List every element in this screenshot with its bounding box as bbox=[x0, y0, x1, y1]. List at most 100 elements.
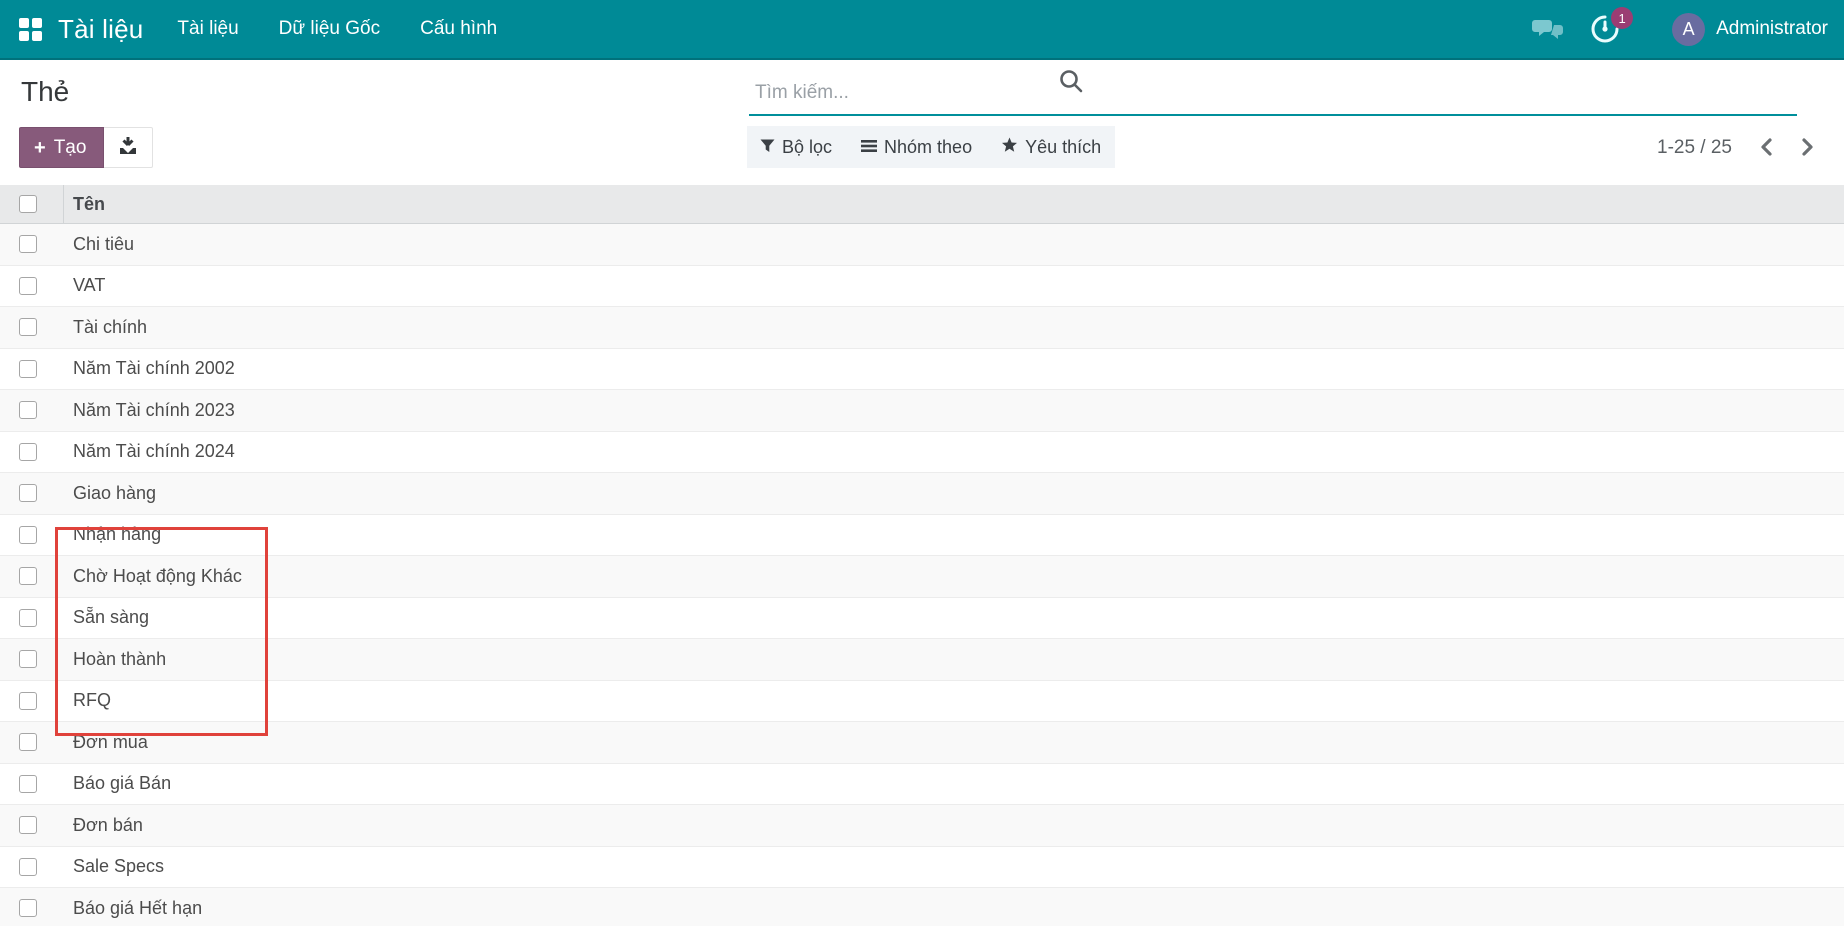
table-row[interactable]: Báo giá Bán bbox=[0, 764, 1844, 806]
row-checkbox-cell bbox=[0, 888, 64, 926]
filters-label: Bộ lọc bbox=[782, 137, 832, 158]
row-name[interactable]: Giao hàng bbox=[64, 483, 156, 504]
row-name[interactable]: Năm Tài chính 2023 bbox=[64, 400, 235, 421]
row-name[interactable]: Sẵn sàng bbox=[64, 607, 149, 628]
row-checkbox[interactable] bbox=[19, 733, 37, 751]
search-input[interactable] bbox=[749, 72, 1797, 116]
download-icon bbox=[118, 136, 138, 159]
table-row[interactable]: Hoàn thành bbox=[0, 639, 1844, 681]
menu-cau-hinh[interactable]: Cấu hình bbox=[400, 0, 517, 59]
star-icon bbox=[1001, 137, 1018, 158]
row-checkbox[interactable] bbox=[19, 609, 37, 627]
table-row[interactable]: Giao hàng bbox=[0, 473, 1844, 515]
table-row[interactable]: Năm Tài chính 2024 bbox=[0, 432, 1844, 474]
table-row[interactable]: Sẵn sàng bbox=[0, 598, 1844, 640]
table-row[interactable]: RFQ bbox=[0, 681, 1844, 723]
tags-list-view: Tên Chi tiêu VAT Tài chính Năm Tài chính… bbox=[0, 185, 1844, 926]
chevron-left-icon bbox=[1758, 137, 1774, 160]
row-checkbox[interactable] bbox=[19, 443, 37, 461]
app-brand[interactable]: Tài liệu bbox=[58, 14, 143, 45]
filter-bar: Bộ lọc Nhóm theo Yêu thí bbox=[747, 126, 1115, 168]
table-row[interactable]: VAT bbox=[0, 266, 1844, 308]
row-checkbox[interactable] bbox=[19, 692, 37, 710]
topbar-right: 1 A Administrator bbox=[1532, 13, 1828, 46]
row-checkbox[interactable] bbox=[19, 567, 37, 585]
row-checkbox[interactable] bbox=[19, 277, 37, 295]
row-checkbox[interactable] bbox=[19, 235, 37, 253]
header-checkbox-cell bbox=[0, 185, 64, 223]
plus-icon: + bbox=[34, 138, 46, 158]
row-checkbox[interactable] bbox=[19, 360, 37, 378]
group-by-label: Nhóm theo bbox=[884, 137, 972, 158]
row-name[interactable]: Đơn mua bbox=[64, 732, 148, 753]
activity-count-badge: 1 bbox=[1611, 7, 1633, 29]
prev-page-button[interactable] bbox=[1754, 133, 1778, 164]
row-checkbox[interactable] bbox=[19, 401, 37, 419]
row-name[interactable]: Đơn bán bbox=[64, 815, 143, 836]
row-name[interactable]: Nhận hàng bbox=[64, 524, 161, 545]
row-checkbox[interactable] bbox=[19, 526, 37, 544]
row-checkbox[interactable] bbox=[19, 858, 37, 876]
row-checkbox[interactable] bbox=[19, 816, 37, 834]
filters-button[interactable]: Bộ lọc bbox=[760, 137, 832, 158]
activities-clock-icon[interactable]: 1 bbox=[1590, 14, 1620, 44]
apps-menu-icon[interactable] bbox=[19, 18, 42, 41]
row-checkbox-cell bbox=[0, 764, 64, 805]
row-name[interactable]: Báo giá Hết hạn bbox=[64, 898, 202, 919]
row-checkbox[interactable] bbox=[19, 899, 37, 917]
menu-tai-lieu[interactable]: Tài liệu bbox=[157, 0, 258, 59]
export-button[interactable] bbox=[104, 127, 153, 168]
table-row[interactable]: Đơn mua bbox=[0, 722, 1844, 764]
select-all-checkbox[interactable] bbox=[19, 195, 37, 213]
create-button[interactable]: + Tạo bbox=[19, 127, 104, 168]
table-row[interactable]: Sale Specs bbox=[0, 847, 1844, 889]
row-name[interactable]: Năm Tài chính 2002 bbox=[64, 358, 235, 379]
row-checkbox-cell bbox=[0, 681, 64, 722]
user-name[interactable]: Administrator bbox=[1716, 18, 1828, 40]
funnel-icon bbox=[760, 137, 775, 158]
row-name[interactable]: Chờ Hoạt động Khác bbox=[64, 566, 242, 587]
table-row[interactable]: Năm Tài chính 2023 bbox=[0, 390, 1844, 432]
menu-du-lieu-goc[interactable]: Dữ liệu Gốc bbox=[259, 0, 400, 59]
table-row[interactable]: Nhận hàng bbox=[0, 515, 1844, 557]
table-row[interactable]: Báo giá Hết hạn bbox=[0, 888, 1844, 926]
row-checkbox-cell bbox=[0, 598, 64, 639]
table-row[interactable]: Tài chính bbox=[0, 307, 1844, 349]
group-by-icon bbox=[861, 137, 877, 158]
row-checkbox-cell bbox=[0, 473, 64, 514]
favorites-button[interactable]: Yêu thích bbox=[1001, 137, 1101, 158]
row-name[interactable]: Chi tiêu bbox=[64, 234, 134, 255]
row-checkbox-cell bbox=[0, 639, 64, 680]
row-checkbox[interactable] bbox=[19, 484, 37, 502]
user-avatar[interactable]: A bbox=[1672, 13, 1705, 46]
next-page-button[interactable] bbox=[1796, 133, 1820, 164]
search-icon[interactable] bbox=[1058, 68, 1084, 94]
messages-icon[interactable] bbox=[1532, 16, 1564, 42]
row-checkbox-cell bbox=[0, 349, 64, 390]
top-menu: Tài liệu Dữ liệu Gốc Cấu hình bbox=[157, 0, 517, 59]
row-name[interactable]: RFQ bbox=[64, 690, 111, 711]
table-row[interactable]: Chờ Hoạt động Khác bbox=[0, 556, 1844, 598]
top-navbar: Tài liệu Tài liệu Dữ liệu Gốc Cấu hình 1 bbox=[0, 0, 1844, 60]
row-name[interactable]: Hoàn thành bbox=[64, 649, 166, 670]
favorites-label: Yêu thích bbox=[1025, 137, 1101, 158]
row-checkbox-cell bbox=[0, 432, 64, 473]
column-header-name[interactable]: Tên bbox=[64, 194, 105, 215]
table-row[interactable]: Năm Tài chính 2002 bbox=[0, 349, 1844, 391]
row-checkbox[interactable] bbox=[19, 775, 37, 793]
row-name[interactable]: Tài chính bbox=[64, 317, 147, 338]
row-checkbox-cell bbox=[0, 556, 64, 597]
table-row[interactable]: Đơn bán bbox=[0, 805, 1844, 847]
create-button-label: Tạo bbox=[54, 137, 87, 159]
row-name[interactable]: VAT bbox=[64, 275, 105, 296]
row-checkbox[interactable] bbox=[19, 318, 37, 336]
pager-range: 1-25 / 25 bbox=[1657, 137, 1732, 159]
documents-app-page: Tài liệu Tài liệu Dữ liệu Gốc Cấu hình 1 bbox=[0, 0, 1844, 60]
row-name[interactable]: Sale Specs bbox=[64, 856, 164, 877]
group-by-button[interactable]: Nhóm theo bbox=[861, 137, 972, 158]
row-name[interactable]: Báo giá Bán bbox=[64, 773, 171, 794]
pager: 1-25 / 25 bbox=[1657, 132, 1820, 164]
table-row[interactable]: Chi tiêu bbox=[0, 224, 1844, 266]
row-name[interactable]: Năm Tài chính 2024 bbox=[64, 441, 235, 462]
row-checkbox[interactable] bbox=[19, 650, 37, 668]
